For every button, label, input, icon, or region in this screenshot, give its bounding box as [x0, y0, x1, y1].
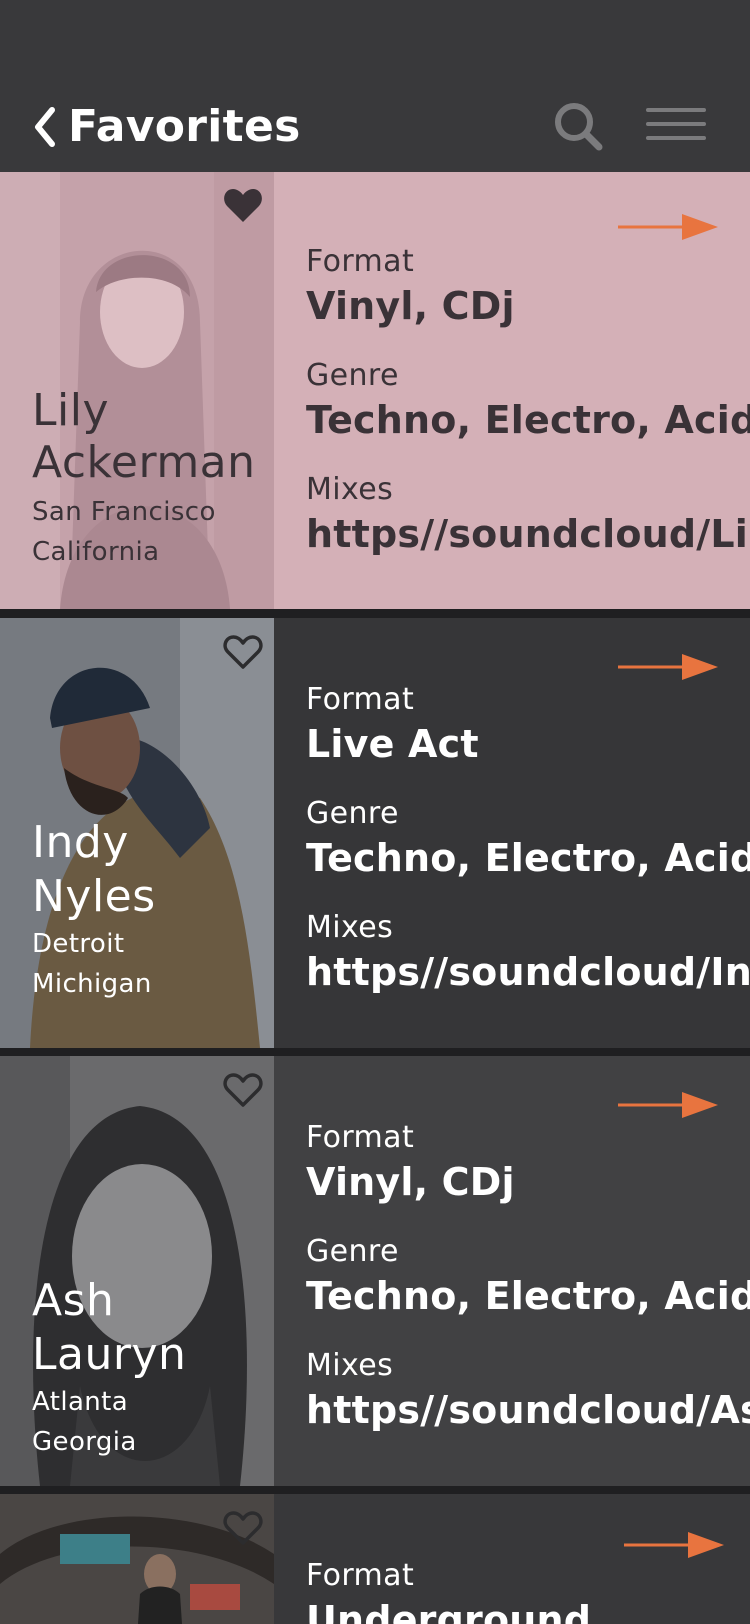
mixes-link[interactable]: https//soundcloud/Lil..	[306, 510, 750, 558]
artist-last-name: Ackerman	[32, 437, 256, 488]
artist-last-name: Lauryn	[32, 1329, 187, 1380]
heart-outline-icon[interactable]	[222, 632, 264, 672]
artist-details: Format Underground	[274, 1494, 750, 1624]
artist-photo	[0, 1494, 274, 1624]
page-title: Favorites	[68, 101, 301, 152]
artist-photo: Indy Nyles Detroit Michigan	[0, 618, 274, 1048]
artist-photo: Lily Ackerman San Francisco California	[0, 172, 274, 609]
mixes-label: Mixes	[306, 1348, 394, 1383]
artist-details: Format Live Act Genre Techno, Electro, A…	[274, 618, 750, 1048]
genre-value: Techno, Electro, Acid	[306, 398, 750, 442]
artist-city: San Francisco	[32, 497, 216, 527]
artist-first-name: Ash	[32, 1275, 115, 1326]
genre-value: Techno, Electro, Acid	[306, 1274, 750, 1318]
artist-last-name: Nyles	[32, 871, 156, 922]
hamburger-menu-icon[interactable]	[644, 104, 708, 148]
genre-label: Genre	[306, 1234, 399, 1269]
arrow-right-icon[interactable]	[616, 1088, 720, 1122]
mixes-label: Mixes	[306, 472, 394, 507]
heart-outline-icon[interactable]	[222, 1070, 264, 1110]
mixes-link[interactable]: https//soundcloud/As..	[306, 1386, 750, 1434]
artist-details: Format Vinyl, CDj Genre Techno, Electro,…	[274, 1056, 750, 1486]
format-value: Vinyl, CDj	[306, 1160, 515, 1204]
mixes-link[interactable]: https//soundcloud/In..	[306, 948, 750, 996]
genre-label: Genre	[306, 358, 399, 393]
heart-filled-icon[interactable]	[222, 186, 264, 226]
format-label: Format	[306, 1558, 415, 1593]
artist-city: Detroit	[32, 929, 125, 959]
mixes-label: Mixes	[306, 910, 394, 945]
menu-bar-line	[646, 122, 706, 126]
heart-outline-icon[interactable]	[222, 1508, 264, 1548]
artist-details: Format Vinyl, CDj Genre Techno, Electro,…	[274, 172, 750, 609]
arrow-right-icon[interactable]	[616, 650, 720, 684]
back-button[interactable]	[30, 102, 60, 152]
menu-bar-line	[646, 136, 706, 140]
chevron-left-icon	[35, 107, 55, 147]
arrow-right-icon[interactable]	[622, 1528, 726, 1562]
status-bar	[0, 0, 750, 80]
format-value: Live Act	[306, 722, 479, 766]
artist-region: Georgia	[32, 1427, 137, 1457]
artist-card[interactable]: Ash Lauryn Atlanta Georgia Format Vinyl,…	[0, 1056, 750, 1486]
arrow-right-icon[interactable]	[616, 210, 720, 244]
artist-first-name: Indy	[32, 817, 129, 868]
artist-photo: Ash Lauryn Atlanta Georgia	[0, 1056, 274, 1486]
genre-label: Genre	[306, 796, 399, 831]
format-label: Format	[306, 244, 415, 279]
artist-region: California	[32, 537, 160, 567]
format-value: Underground	[306, 1598, 592, 1624]
menu-bar-line	[646, 108, 706, 112]
artist-city: Atlanta	[32, 1387, 129, 1417]
format-label: Format	[306, 1120, 415, 1155]
artist-card[interactable]: Lily Ackerman San Francisco California F…	[0, 172, 750, 609]
format-value: Vinyl, CDj	[306, 284, 515, 328]
artist-card[interactable]: Indy Nyles Detroit Michigan Format Live …	[0, 618, 750, 1048]
genre-value: Techno, Electro, Acid	[306, 836, 750, 880]
artist-card[interactable]: Format Underground	[0, 1494, 750, 1624]
search-icon[interactable]	[552, 100, 604, 152]
format-label: Format	[306, 682, 415, 717]
app-header: Favorites	[0, 80, 750, 172]
artist-first-name: Lily	[32, 385, 110, 436]
artist-region: Michigan	[32, 969, 152, 999]
